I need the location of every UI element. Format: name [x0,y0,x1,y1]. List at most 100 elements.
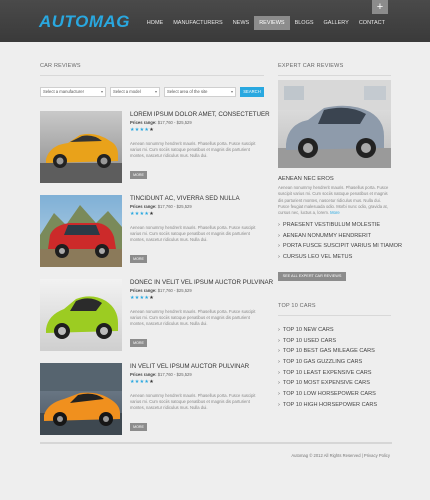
area-select[interactable]: Select area of the site ▾ [164,87,236,97]
section-divider [40,75,264,76]
chevron-right-icon: › [278,243,280,250]
expert-review-image[interactable] [278,80,391,168]
expert-link[interactable]: › CURSUS LEO VEL METUS [278,252,402,263]
expert-link[interactable]: › PORTA FUSCE SUSCIPIT VARIUS MI TIAMOR [278,241,402,252]
chevron-down-icon: ▾ [100,89,103,94]
price-label: Prices range: [130,120,157,125]
top-cars-link[interactable]: › TOP 10 HIGH HORSEPOWER CARS [278,400,377,411]
model-select[interactable]: Select a model ▾ [110,87,160,97]
chevron-down-icon: ▾ [154,89,157,94]
review-text: Aenean nonummy hendrerit mauris. Phasell… [130,225,256,243]
review-text: Aenean nonummy hendrerit mauris. Phasell… [130,309,256,327]
footer-copyright: Automag © 2012 All Rights Reserved | Pri… [291,453,390,458]
review-image-orange-car[interactable] [40,363,122,435]
price-label: Prices range: [130,372,157,377]
chevron-right-icon: › [278,348,280,355]
model-select-value: Select a model [113,89,141,94]
site-header: AUTOMAG + HOME MANUFACTURERS NEWS REVIEW… [0,0,430,42]
star-icon: ★ [149,295,154,301]
chevron-right-icon: › [278,222,280,228]
more-button[interactable]: MORE [130,339,147,347]
expert-link[interactable]: › AENEAN NONUMMY HENDRERIT [278,231,402,242]
top-cars-list: › TOP 10 NEW CARS › TOP 10 USED CARS › TOP … [278,325,377,411]
review-price: Prices range: $17,760 - $25,529 [130,372,192,377]
more-button[interactable]: MORE [130,423,147,431]
review-title[interactable]: IN VELIT VEL IPSUM AUCTOR PULVINAR [130,363,249,370]
top-cars-link[interactable]: › TOP 10 GAS GUZZLING CARS [278,357,377,368]
top-cars-link[interactable]: › TOP 10 USED CARS [278,336,377,347]
chevron-right-icon: › [278,369,280,376]
review-image-green-car[interactable] [40,279,122,351]
top-cars-link-label: TOP 10 LOW HORSEPOWER CARS [282,391,376,398]
review-title[interactable]: LOREM IPSUM DOLOR AMET, CONSECTETUER [130,111,270,118]
review-title[interactable]: DONEC IN VELIT VEL IPSUM AUCTOR PULVINAR [130,279,273,286]
see-all-expert-reviews-button[interactable]: SEE ALL EXPERT CAR REVIEWS [278,272,346,281]
rating-stars: ★★★★★ [130,379,154,385]
top-cars-link[interactable]: › TOP 10 LOW HORSEPOWER CARS [278,389,377,400]
top-cars-title: TOP 10 CARS [278,303,316,309]
top-cars-link-label: TOP 10 GAS GUZZLING CARS [282,359,363,366]
chevron-right-icon: › [278,380,280,387]
expert-link[interactable]: › PRAESENT VESTIBULUM MOLESTIE [278,220,402,231]
expert-links-list: › PRAESENT VESTIBULUM MOLESTIE › AENEAN NO… [278,220,402,263]
price-value: $17,760 - $25,529 [157,288,192,293]
review-image-yellow-car[interactable] [40,111,122,183]
nav-home[interactable]: HOME [142,16,169,30]
star-icon: ★ [149,211,154,217]
star-icon: ★ [149,127,154,133]
manufacturer-select[interactable]: Select a manufacturer ▾ [40,87,106,97]
review-text: Aenean nonummy hendrerit mauris. Phasell… [130,393,256,411]
chevron-right-icon: › [278,327,280,333]
expert-review-name[interactable]: AENEAN NEC EROS [278,176,334,182]
top-cars-link[interactable]: › TOP 10 BEST GAS MILEAGE CARS [278,346,377,357]
nav-gallery[interactable]: GALLERY [319,16,354,30]
nav-manufacturers[interactable]: MANUFACTURERS [168,16,228,30]
chevron-right-icon: › [278,232,280,239]
top-cars-link[interactable]: › TOP 10 LEAST EXPENSIVE CARS [278,368,377,379]
price-label: Prices range: [130,288,157,293]
top-cars-link-label: TOP 10 BEST GAS MILEAGE CARS [282,348,375,355]
chevron-right-icon: › [278,254,280,261]
top-cars-link-label: TOP 10 MOST EXPENSIVE CARS [282,380,370,387]
price-value: $17,760 - $25,529 [157,372,192,377]
review-title[interactable]: TINCIDUNT AC, VIVERRA SED NULLA [130,195,240,202]
more-button[interactable]: MORE [130,171,147,179]
rating-stars: ★★★★★ [130,211,154,217]
expert-reviews-title: EXPERT CAR REVIEWS [278,63,344,69]
expert-link-label: CURSUS LEO VEL METUS [282,254,353,261]
rating-stars: ★★★★★ [130,295,154,301]
top-cars-link-label: TOP 10 NEW CARS [282,327,334,333]
top-cars-link-label: TOP 10 USED CARS [282,337,337,344]
price-value: $17,760 - $25,529 [157,204,192,209]
nav-blogs[interactable]: BLOGS [290,16,319,30]
review-image-red-car[interactable] [40,195,122,267]
top-cars-link[interactable]: › TOP 10 MOST EXPENSIVE CARS [278,378,377,389]
car-reviews-title: CAR REVIEWS [40,63,81,69]
main-nav: HOME MANUFACTURERS NEWS REVIEWS BLOGS GA… [142,16,390,30]
nav-news[interactable]: NEWS [228,16,255,30]
top-cars-link-label: TOP 10 LEAST EXPENSIVE CARS [282,369,372,376]
chevron-right-icon: › [278,401,280,408]
expert-more-link[interactable]: More [330,210,340,215]
section-divider [278,315,391,316]
more-button[interactable]: MORE [130,255,147,263]
area-select-value: Select area of the site [167,89,208,94]
expert-review-text: Aenean nonummy hendrerit mauris. Phasell… [278,185,391,216]
expert-link-label: AENEAN NONUMMY HENDRERIT [282,232,372,239]
chevron-right-icon: › [278,391,280,398]
section-divider [278,75,391,76]
top-cars-link[interactable]: › TOP 10 NEW CARS [278,325,377,336]
site-logo[interactable]: AUTOMAG [39,12,130,32]
plus-icon[interactable]: + [372,0,388,14]
review-price: Prices range: $17,760 - $25,529 [130,120,192,125]
review-text: Aenean nonummy hendrerit mauris. Phasell… [130,141,256,159]
price-label: Prices range: [130,204,157,209]
nav-contact[interactable]: CONTACT [354,16,390,30]
expert-link-label: PORTA FUSCE SUSCIPIT VARIUS MI TIAMOR [282,243,403,250]
nav-reviews[interactable]: REVIEWS [254,16,290,30]
star-icon: ★ [149,379,154,385]
rating-stars: ★★★★★ [130,127,154,133]
top-cars-link-label: TOP 10 HIGH HORSEPOWER CARS [282,401,378,408]
search-button[interactable]: SEARCH [240,87,264,97]
review-price: Prices range: $17,760 - $25,529 [130,288,192,293]
